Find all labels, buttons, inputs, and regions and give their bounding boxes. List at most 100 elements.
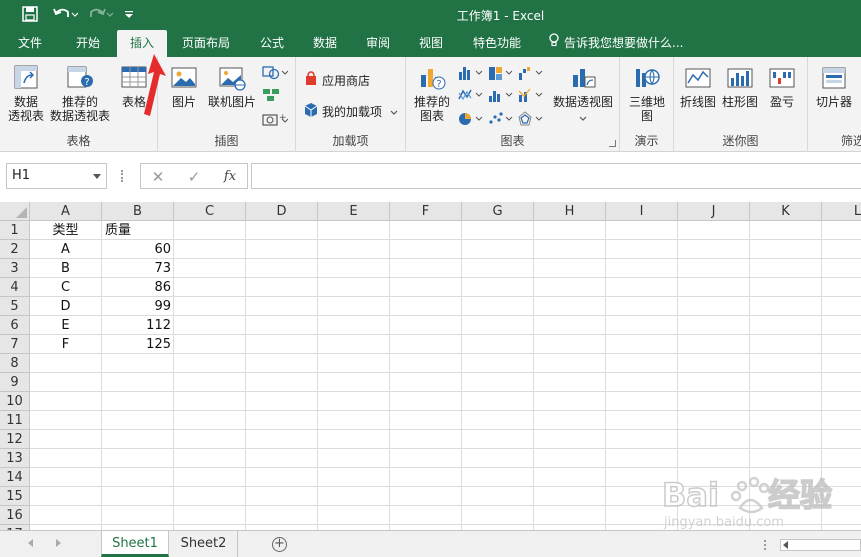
smartart-icon[interactable] [262, 87, 284, 106]
cell-f8[interactable] [390, 354, 462, 373]
cell-h3[interactable] [534, 259, 606, 278]
column-header-g[interactable]: G [462, 202, 534, 221]
radar-chart-icon[interactable] [518, 111, 544, 130]
cell-k2[interactable] [750, 240, 822, 259]
store-button[interactable]: 应用商店 [304, 71, 370, 90]
row-header-16[interactable]: 16 [0, 506, 30, 525]
cell-f12[interactable] [390, 430, 462, 449]
cell-f11[interactable] [390, 411, 462, 430]
cell-c15[interactable] [174, 487, 246, 506]
pivot-table-button[interactable]: 数据 透视表 [6, 63, 46, 123]
insert-function-icon[interactable]: fx [215, 167, 245, 187]
cell-h11[interactable] [534, 411, 606, 430]
hierarchy-chart-icon[interactable] [488, 65, 514, 84]
cell-l2[interactable] [822, 240, 861, 259]
cell-j9[interactable] [678, 373, 750, 392]
cell-i5[interactable] [606, 297, 678, 316]
cell-i2[interactable] [606, 240, 678, 259]
tab-home[interactable]: 开始 [62, 30, 114, 57]
cell-c10[interactable] [174, 392, 246, 411]
3d-map-button[interactable]: 三维地 图 [626, 63, 668, 123]
row-header-13[interactable]: 13 [0, 449, 30, 468]
cell-a2[interactable]: A [30, 240, 102, 259]
cell-b12[interactable] [102, 430, 174, 449]
cell-a9[interactable] [30, 373, 102, 392]
cell-d9[interactable] [246, 373, 318, 392]
cell-h5[interactable] [534, 297, 606, 316]
cell-g16[interactable] [462, 506, 534, 525]
cell-j10[interactable] [678, 392, 750, 411]
line-chart-icon[interactable] [458, 87, 484, 106]
cell-e16[interactable] [318, 506, 390, 525]
cell-l6[interactable] [822, 316, 861, 335]
cell-l9[interactable] [822, 373, 861, 392]
select-all-button[interactable] [0, 202, 30, 221]
waterfall-chart-icon[interactable] [518, 65, 544, 84]
cell-l12[interactable] [822, 430, 861, 449]
column-chart-icon[interactable] [458, 65, 484, 84]
cell-e10[interactable] [318, 392, 390, 411]
row-header-8[interactable]: 8 [0, 354, 30, 373]
cell-d14[interactable] [246, 468, 318, 487]
online-picture-button[interactable]: 联机图片 [204, 63, 260, 109]
chevron-down-icon[interactable] [93, 174, 101, 179]
cell-c3[interactable] [174, 259, 246, 278]
cell-l11[interactable] [822, 411, 861, 430]
cell-a10[interactable] [30, 392, 102, 411]
cell-g10[interactable] [462, 392, 534, 411]
pie-chart-icon[interactable] [458, 111, 484, 130]
cell-e15[interactable] [318, 487, 390, 506]
cell-k5[interactable] [750, 297, 822, 316]
cell-f9[interactable] [390, 373, 462, 392]
cell-d13[interactable] [246, 449, 318, 468]
cell-f1[interactable] [390, 221, 462, 240]
cell-e13[interactable] [318, 449, 390, 468]
cell-h12[interactable] [534, 430, 606, 449]
prev-sheet-icon[interactable] [28, 539, 33, 547]
cell-d16[interactable] [246, 506, 318, 525]
cell-j4[interactable] [678, 278, 750, 297]
cell-g8[interactable] [462, 354, 534, 373]
cell-k10[interactable] [750, 392, 822, 411]
cell-h7[interactable] [534, 335, 606, 354]
column-header-h[interactable]: H [534, 202, 606, 221]
cell-i10[interactable] [606, 392, 678, 411]
cell-d6[interactable] [246, 316, 318, 335]
sparkline-column-button[interactable]: 柱形图 [720, 63, 760, 109]
cell-h2[interactable] [534, 240, 606, 259]
row-header-2[interactable]: 2 [0, 240, 30, 259]
cell-c9[interactable] [174, 373, 246, 392]
cell-f16[interactable] [390, 506, 462, 525]
cell-l10[interactable] [822, 392, 861, 411]
cell-d5[interactable] [246, 297, 318, 316]
cell-f6[interactable] [390, 316, 462, 335]
column-header-f[interactable]: F [390, 202, 462, 221]
cell-k9[interactable] [750, 373, 822, 392]
cell-d12[interactable] [246, 430, 318, 449]
cell-g3[interactable] [462, 259, 534, 278]
cell-b8[interactable] [102, 354, 174, 373]
row-header-14[interactable]: 14 [0, 468, 30, 487]
tab-file[interactable]: 文件 [4, 30, 56, 57]
cell-d3[interactable] [246, 259, 318, 278]
cell-d2[interactable] [246, 240, 318, 259]
cell-d4[interactable] [246, 278, 318, 297]
cell-e14[interactable] [318, 468, 390, 487]
cell-a15[interactable] [30, 487, 102, 506]
sparkline-winloss-button[interactable]: 盈亏 [764, 63, 800, 109]
cell-b10[interactable] [102, 392, 174, 411]
cell-j2[interactable] [678, 240, 750, 259]
row-header-9[interactable]: 9 [0, 373, 30, 392]
cell-b6[interactable]: 112 [102, 316, 174, 335]
cell-h9[interactable] [534, 373, 606, 392]
cell-g11[interactable] [462, 411, 534, 430]
cell-d1[interactable] [246, 221, 318, 240]
cell-f13[interactable] [390, 449, 462, 468]
cell-b13[interactable] [102, 449, 174, 468]
cell-h10[interactable] [534, 392, 606, 411]
sheet-tab-sheet1[interactable]: Sheet1 [101, 531, 169, 557]
row-header-5[interactable]: 5 [0, 297, 30, 316]
cell-c2[interactable] [174, 240, 246, 259]
cell-c1[interactable] [174, 221, 246, 240]
cell-b16[interactable] [102, 506, 174, 525]
